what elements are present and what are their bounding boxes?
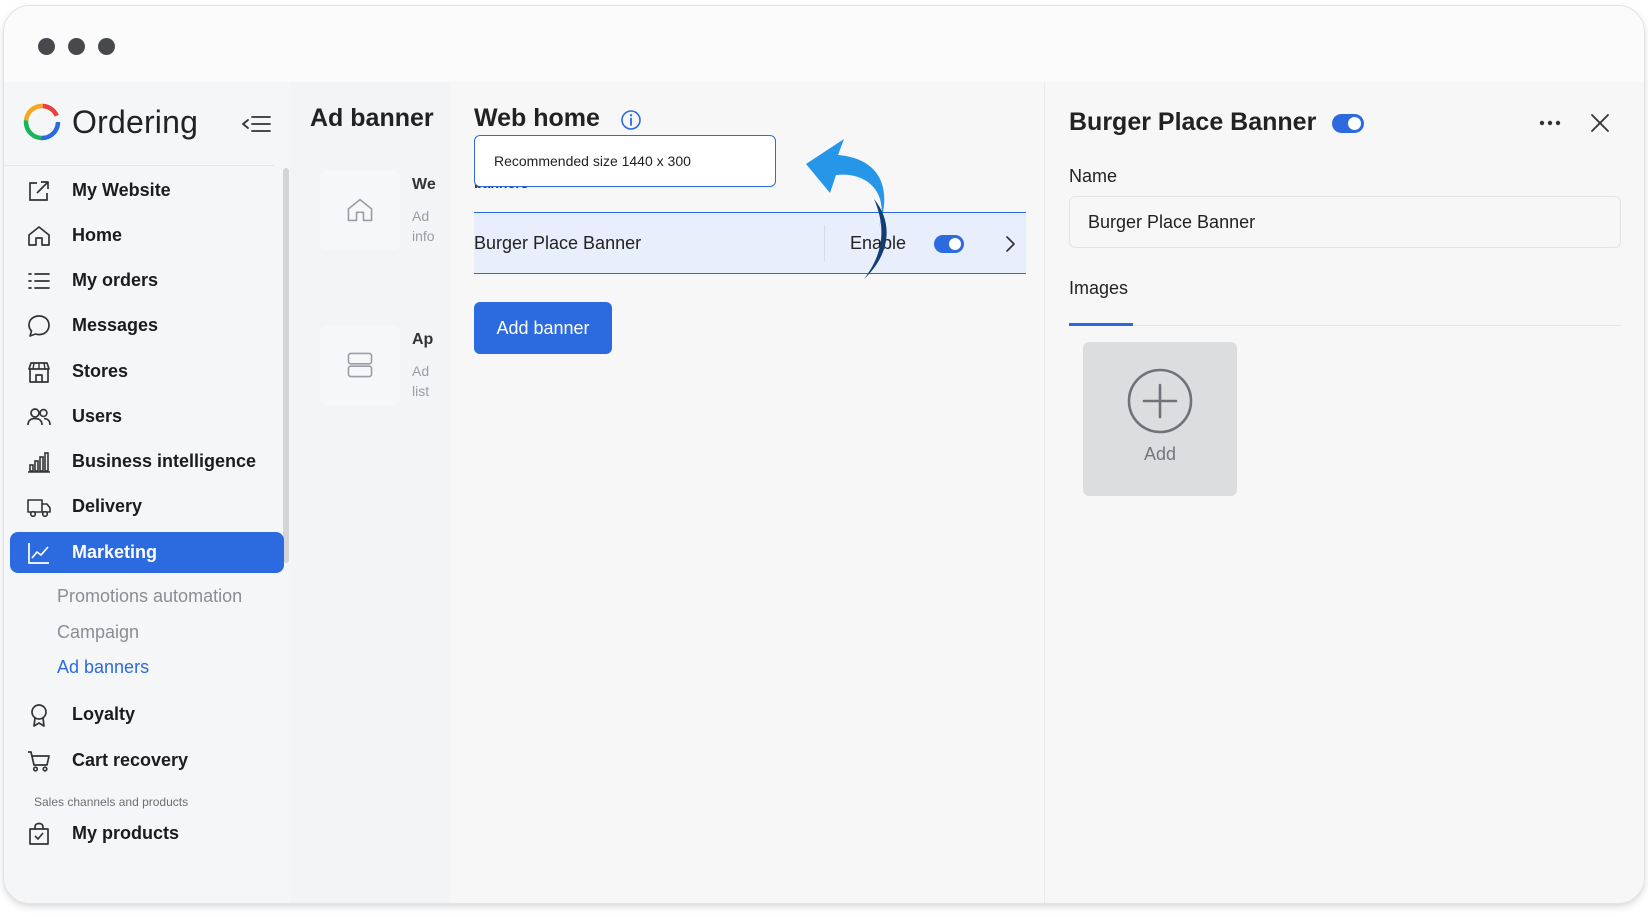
annotation-arrow-icon (806, 139, 887, 279)
card-title: We (412, 176, 436, 193)
store-icon (26, 359, 52, 385)
sidebar-item-label: Users (72, 406, 123, 426)
sidebar-item-label: Business intelligence (72, 451, 257, 471)
window-dot-maximize[interactable] (98, 38, 115, 55)
sidebar-item-loyalty[interactable]: Loyalty (10, 694, 284, 735)
ad-banner-list-panel: Ad banner We Ad info Ap Ad list (290, 82, 450, 903)
sidebar-item-label: My orders (72, 270, 159, 290)
close-icon[interactable] (1585, 108, 1615, 138)
external-link-icon (26, 178, 52, 204)
add-banner-button[interactable]: Add banner (474, 302, 612, 354)
sidebar-subitem-promotions-automation[interactable]: Promotions automation (57, 586, 242, 607)
panel-title: Web home (474, 104, 600, 132)
sidebar-item-home[interactable]: Home (10, 215, 284, 256)
home-icon (26, 223, 52, 249)
banner-name: Burger Place Banner (474, 233, 642, 253)
ordering-logo-icon (23, 103, 61, 141)
web-home-panel: Web home Recommended size 1440 x 300 ban… (450, 82, 1044, 903)
section-label-sales-channels: Sales channels and products (34, 795, 189, 809)
award-icon (26, 702, 52, 728)
sidebar-item-label: Home (72, 225, 123, 245)
sidebar: Ordering My Website Home My orders Messa… (4, 82, 290, 903)
sidebar-item-stores[interactable]: Stores (10, 351, 284, 392)
sidebar-subitem-ad-banners[interactable]: Ad banners (57, 657, 149, 678)
list-icon (26, 268, 52, 294)
plus-circle-icon (1127, 368, 1193, 434)
info-icon[interactable] (620, 109, 642, 131)
cart-icon (26, 748, 52, 774)
add-image-label: Add (1143, 444, 1177, 464)
sidebar-item-marketing[interactable]: Marketing (10, 532, 284, 573)
chevron-right-icon[interactable] (1004, 233, 1018, 255)
list-item[interactable]: We Ad info (320, 170, 450, 260)
add-image-button[interactable]: Add (1083, 342, 1237, 496)
card-description: Ad list (412, 363, 430, 399)
banner-detail-panel: Burger Place Banner Name Images Add (1044, 82, 1644, 903)
sidebar-item-label: Stores (72, 361, 129, 381)
recommended-size-tooltip: Recommended size 1440 x 300 (474, 135, 776, 187)
sidebar-item-cart-recovery[interactable]: Cart recovery (10, 740, 284, 781)
card-description: Ad info (412, 208, 435, 244)
window-dot-close[interactable] (38, 38, 55, 55)
collapse-sidebar-icon[interactable] (240, 110, 276, 138)
sidebar-item-messages[interactable]: Messages (10, 305, 284, 346)
list-item[interactable]: Ap Ad list (320, 325, 450, 415)
more-options-icon[interactable] (1535, 112, 1565, 134)
tab-active-indicator (1069, 323, 1133, 326)
users-icon (26, 404, 52, 430)
detail-title: Burger Place Banner (1069, 108, 1317, 136)
banner-active-toggle[interactable] (1332, 114, 1364, 133)
window-dot-minimize[interactable] (68, 38, 85, 55)
brand-name: Ordering (72, 103, 199, 140)
banner-enable-toggle[interactable] (934, 235, 964, 253)
tabs-divider (1069, 325, 1621, 326)
title-bar (4, 6, 1644, 82)
brand[interactable]: Ordering (22, 102, 198, 142)
bar-chart-icon (26, 449, 52, 475)
banner-row-burger-place[interactable]: Burger Place Banner Enable (474, 212, 1026, 274)
tab-images[interactable]: Images (1069, 278, 1128, 299)
name-field-label: Name (1069, 166, 1118, 186)
sidebar-item-my-website[interactable]: My Website (10, 170, 284, 211)
sidebar-item-my-products[interactable]: My products (10, 813, 284, 854)
truck-icon (26, 494, 52, 520)
sidebar-item-label: Marketing (72, 542, 158, 562)
sidebar-item-users[interactable]: Users (10, 396, 284, 437)
sidebar-item-label: My Website (72, 180, 171, 200)
sidebar-item-label: Delivery (72, 496, 143, 516)
sidebar-subitem-campaign[interactable]: Campaign (57, 622, 139, 643)
chat-bubble-icon (26, 313, 52, 339)
sidebar-item-label: Loyalty (72, 704, 136, 724)
name-input[interactable] (1069, 196, 1621, 248)
sidebar-item-delivery[interactable]: Delivery (10, 486, 284, 527)
app-window: Ordering My Website Home My orders Messa… (4, 6, 1644, 903)
sidebar-item-label: Messages (72, 315, 159, 335)
line-chart-icon (26, 540, 52, 566)
shopping-bag-icon (26, 821, 52, 847)
sidebar-item-my-orders[interactable]: My orders (10, 260, 284, 301)
sidebar-item-business-intelligence[interactable]: Business intelligence (10, 441, 284, 482)
home-icon (320, 170, 400, 250)
sidebar-divider (4, 165, 274, 166)
card-title: Ap (412, 331, 434, 348)
sidebar-item-label: My products (72, 823, 180, 843)
layout-rows-icon (320, 325, 400, 405)
page-title: Ad banner (310, 104, 434, 132)
sidebar-item-label: Cart recovery (72, 750, 189, 770)
